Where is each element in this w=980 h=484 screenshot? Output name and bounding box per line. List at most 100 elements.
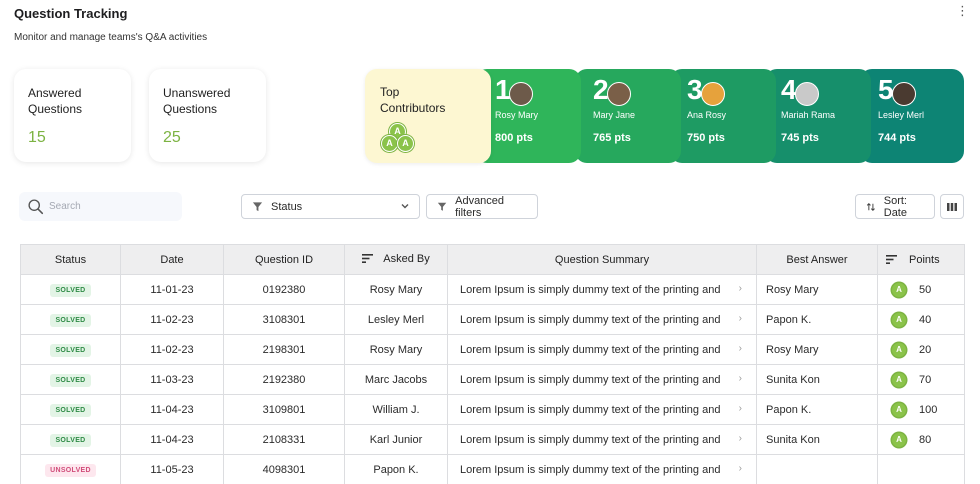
- date-cell: 11-02-23: [120, 304, 224, 335]
- questions-table: Status Date Question ID Asked By Questio…: [20, 244, 965, 484]
- search-box: [19, 192, 182, 221]
- chevron-right-icon[interactable]: ›: [739, 403, 742, 414]
- question-id-cell: 4098301: [223, 454, 345, 484]
- question-id-cell: 2108331: [223, 424, 345, 455]
- table-row[interactable]: SOLVED 11-04-23 2108331 Karl Junior Lorem Ip…: [20, 424, 965, 455]
- table-row[interactable]: SOLVED 11-02-23 3108301 Lesley Merl Lorem Ip…: [20, 304, 965, 335]
- chevron-right-icon[interactable]: ›: [739, 463, 742, 474]
- summary-cell[interactable]: Lorem Ipsum is simply dummy text of the …: [447, 424, 757, 455]
- points-badge-icon: A: [892, 402, 906, 417]
- asked-by-cell: William J.: [344, 394, 448, 425]
- sort-lines-icon: [886, 255, 897, 264]
- contributor-card[interactable]: 2 Mary Jane 765 pts: [575, 69, 681, 163]
- column-header-question-id[interactable]: Question ID: [223, 244, 345, 275]
- best-answer-cell: Sunita Kon: [756, 424, 878, 455]
- answered-questions-value: 15: [28, 129, 46, 146]
- date-cell: 11-02-23: [120, 334, 224, 365]
- status-filter-label: Status: [271, 200, 303, 213]
- points-badge-icon: A: [892, 342, 906, 357]
- qa-badge-letter: A: [397, 135, 414, 152]
- search-icon: [28, 199, 44, 215]
- column-header-asked-by[interactable]: Asked By: [344, 244, 448, 275]
- summary-text: Lorem Ipsum is simply dummy text of the …: [460, 313, 721, 326]
- table-row[interactable]: SOLVED 11-04-23 3109801 William J. Lorem Ips…: [20, 394, 965, 425]
- chevron-right-icon[interactable]: ›: [739, 283, 742, 294]
- summary-cell[interactable]: Lorem Ipsum is simply dummy text of the …: [447, 334, 757, 365]
- contributor-rank: 5: [878, 74, 894, 105]
- column-header-points[interactable]: Points: [877, 244, 965, 275]
- chevron-right-icon[interactable]: ›: [739, 313, 742, 324]
- column-header-summary[interactable]: Question Summary: [447, 244, 757, 275]
- top-contributors-label: Top Contributors: [380, 85, 446, 115]
- points-cell: A 70: [877, 364, 965, 395]
- best-answer-cell: Sunita Kon: [756, 364, 878, 395]
- best-answer-cell: Rosy Mary: [756, 274, 878, 305]
- points-badge-icon: A: [892, 282, 906, 297]
- summary-text: Lorem Ipsum is simply dummy text of the …: [460, 433, 721, 446]
- date-cell: 11-03-23: [120, 364, 224, 395]
- avatar: [701, 82, 725, 106]
- points-header-label: Points: [909, 253, 940, 266]
- filter-icon: [437, 202, 447, 211]
- points-badge-icon: A: [892, 372, 906, 387]
- column-view-button[interactable]: [940, 194, 964, 219]
- summary-cell[interactable]: Lorem Ipsum is simply dummy text of the …: [447, 364, 757, 395]
- table-row[interactable]: UNSOLVED 11-05-23 4098301 Papon K. Lorem Ips…: [20, 454, 965, 484]
- unanswered-questions-value: 25: [163, 129, 181, 146]
- question-id-cell: 2198301: [223, 334, 345, 365]
- top-contributors-panel: Top Contributors A A A 1 Rosy Mary 800 p…: [365, 69, 964, 163]
- date-cell: 11-01-23: [120, 274, 224, 305]
- avatar: [509, 82, 533, 106]
- page-title: Question Tracking: [14, 6, 128, 21]
- points-value: 20: [919, 343, 932, 356]
- asked-by-cell: Lesley Merl: [344, 304, 448, 335]
- status-cell: SOLVED: [20, 334, 121, 365]
- summary-text: Lorem Ipsum is simply dummy text of the …: [460, 403, 721, 416]
- more-options-icon[interactable]: ⋮: [956, 2, 969, 20]
- status-badge: SOLVED: [50, 403, 91, 417]
- summary-cell[interactable]: Lorem Ipsum is simply dummy text of the …: [447, 454, 757, 484]
- column-header-status[interactable]: Status: [20, 244, 121, 275]
- summary-cell[interactable]: Lorem Ipsum is simply dummy text of the …: [447, 304, 757, 335]
- best-answer-cell: Papon K.: [756, 394, 878, 425]
- advanced-filters-button[interactable]: Advanced filters: [426, 194, 538, 219]
- contributor-card[interactable]: 4 Mariah Rama 745 pts: [765, 69, 871, 163]
- contributor-card[interactable]: 3 Ana Rosy 750 pts: [670, 69, 776, 163]
- column-header-date[interactable]: Date: [120, 244, 224, 275]
- status-cell: SOLVED: [20, 304, 121, 335]
- contributor-name: Lesley Merl: [878, 110, 925, 120]
- chevron-right-icon[interactable]: ›: [739, 373, 742, 384]
- chevron-right-icon[interactable]: ›: [739, 343, 742, 354]
- column-header-best-answer[interactable]: Best Answer: [756, 244, 878, 275]
- sort-button[interactable]: Sort: Date: [855, 194, 935, 219]
- chevron-right-icon[interactable]: ›: [739, 433, 742, 444]
- search-input[interactable]: [49, 198, 169, 215]
- contributor-points: 800 pts: [495, 132, 533, 144]
- points-cell: A 20: [877, 334, 965, 365]
- points-value: 50: [919, 283, 932, 296]
- status-filter-select[interactable]: Status: [241, 194, 420, 219]
- asked-by-cell: Papon K.: [344, 454, 448, 484]
- best-answer-cell: [756, 454, 878, 484]
- points-value: 80: [919, 433, 932, 446]
- avatar: [607, 82, 631, 106]
- summary-cell[interactable]: Lorem Ipsum is simply dummy text of the …: [447, 394, 757, 425]
- table-row[interactable]: SOLVED 11-01-23 0192380 Rosy Mary Lorem Ipsu…: [20, 274, 965, 305]
- answered-questions-card: Answered Questions 15: [14, 69, 131, 162]
- table-header-row: Status Date Question ID Asked By Questio…: [20, 244, 965, 275]
- points-value: 100: [919, 403, 938, 416]
- sort-lines-icon: [362, 254, 374, 264]
- question-id-cell: 3108301: [223, 304, 345, 335]
- summary-cell[interactable]: Lorem Ipsum is simply dummy text of the …: [447, 274, 757, 305]
- table-row[interactable]: SOLVED 11-02-23 2198301 Rosy Mary Lorem Ipsu…: [20, 334, 965, 365]
- points-cell: A 100: [877, 394, 965, 425]
- summary-text: Lorem Ipsum is simply dummy text of the …: [460, 343, 721, 356]
- chevron-down-icon: [401, 204, 409, 209]
- date-cell: 11-05-23: [120, 454, 224, 484]
- contributor-rank: 1: [495, 74, 511, 105]
- contributor-card[interactable]: 5 Lesley Merl 744 pts: [860, 69, 964, 163]
- table-row[interactable]: SOLVED 11-03-23 2192380 Marc Jacobs Lorem Ip…: [20, 364, 965, 395]
- contributor-name: Rosy Mary: [495, 110, 539, 120]
- summary-text: Lorem Ipsum is simply dummy text of the …: [460, 373, 721, 386]
- sort-label: Sort: Date: [883, 194, 907, 219]
